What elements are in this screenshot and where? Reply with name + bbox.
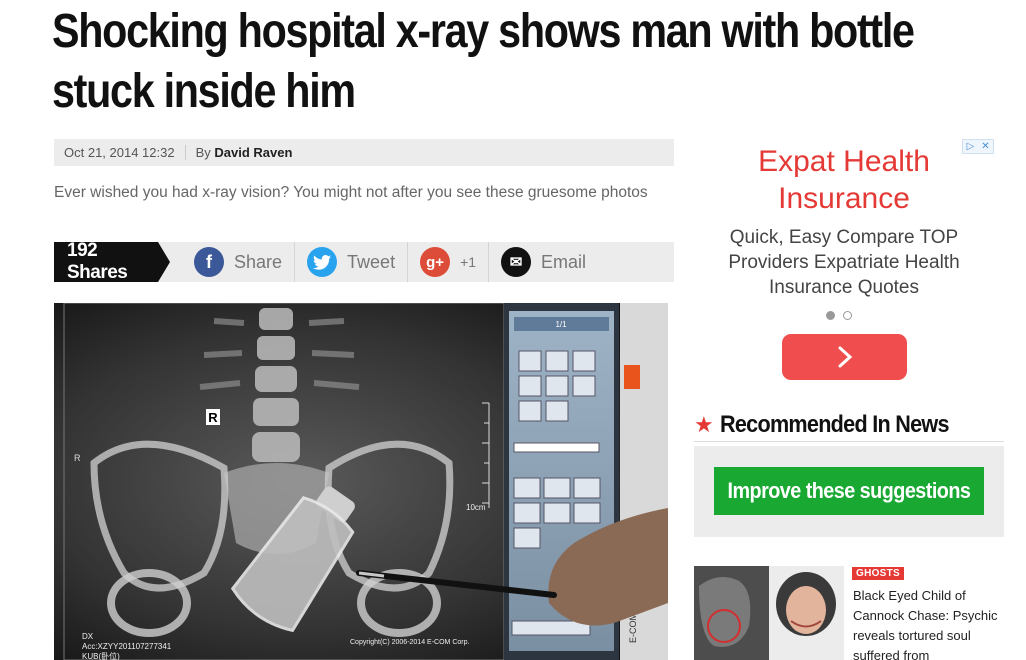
email-share-label: Email	[541, 251, 587, 272]
article-standfirst: Ever wished you had x-ray vision? You mi…	[54, 184, 648, 201]
xray-corner-line-1: DX	[82, 632, 94, 641]
news-link[interactable]: Black Eyed Child of Cannock Chase: Psych…	[853, 586, 1013, 660]
author-link[interactable]: David Raven	[214, 145, 292, 160]
google-plus-share-label: +1	[460, 254, 477, 270]
share-count: 192 Shares	[54, 240, 170, 283]
by-label: By	[195, 145, 211, 160]
recommended-heading: ★ Recommended In News	[694, 408, 1004, 442]
recommended-feedback-panel: Improve these suggestions	[694, 446, 1004, 537]
news-thumbnail[interactable]	[694, 566, 844, 660]
xray-corner-line-2: Acc:XZYY2011072773​41	[82, 642, 172, 651]
article-headline: Shocking hospital x-ray shows man with b…	[52, 5, 915, 118]
improve-suggestions-label: Improve these suggestions	[727, 478, 971, 503]
ad-next-button[interactable]	[782, 334, 907, 380]
ad-pagination	[826, 311, 852, 320]
news-category-tag[interactable]: GHOSTS	[852, 567, 905, 580]
improve-suggestions-button[interactable]: Improve these suggestions	[714, 467, 984, 515]
google-plus-share-button[interactable]: g+ +1	[408, 242, 490, 282]
google-plus-icon: g+	[420, 247, 451, 277]
ad-description[interactable]: Quick, Easy Compare TOP Providers Expatr…	[694, 225, 994, 300]
share-bar: 192 Shares f Share Tweet g+ +1 ✉ Email	[54, 240, 674, 283]
xray-panel-page: 1/1	[555, 320, 567, 329]
article-meta: Oct 21, 2014 12:32 By David Raven	[54, 139, 674, 166]
recommended-heading-text: Recommended In News	[719, 410, 950, 438]
email-icon: ✉	[501, 247, 532, 277]
facebook-share-label: Share	[234, 251, 283, 272]
xray-copyright: Copyright(C) 2006-2014 E-COM Corp.	[350, 639, 469, 646]
ad-dot-active[interactable]	[826, 311, 835, 320]
facebook-share-button[interactable]: f Share	[182, 242, 296, 282]
email-share-button[interactable]: ✉ Email	[489, 242, 598, 282]
xray-side-label: R	[74, 453, 81, 463]
twitter-share-label: Tweet	[347, 251, 396, 272]
star-icon: ★	[694, 411, 714, 437]
article-date: Oct 21, 2014 12:32	[64, 145, 186, 160]
article-xray-image[interactable]: R R 10cm DX Acc:XZYY2011072773​41 KUB(卧位…	[54, 303, 668, 660]
xray-side-brand: E-COM	[628, 613, 638, 643]
xray-scale-label: 10cm	[466, 503, 486, 512]
facebook-icon: f	[194, 247, 224, 277]
ad-title[interactable]: Expat Health Insurance	[694, 143, 994, 217]
twitter-share-button[interactable]: Tweet	[295, 242, 409, 282]
xray-r-marker: R	[208, 410, 218, 425]
chevron-right-icon	[838, 346, 852, 368]
ad-dot[interactable]	[843, 311, 852, 320]
xray-corner-line-3: KUB(卧位)	[82, 651, 120, 660]
byline: By David Raven	[186, 145, 293, 160]
twitter-icon	[307, 247, 338, 277]
